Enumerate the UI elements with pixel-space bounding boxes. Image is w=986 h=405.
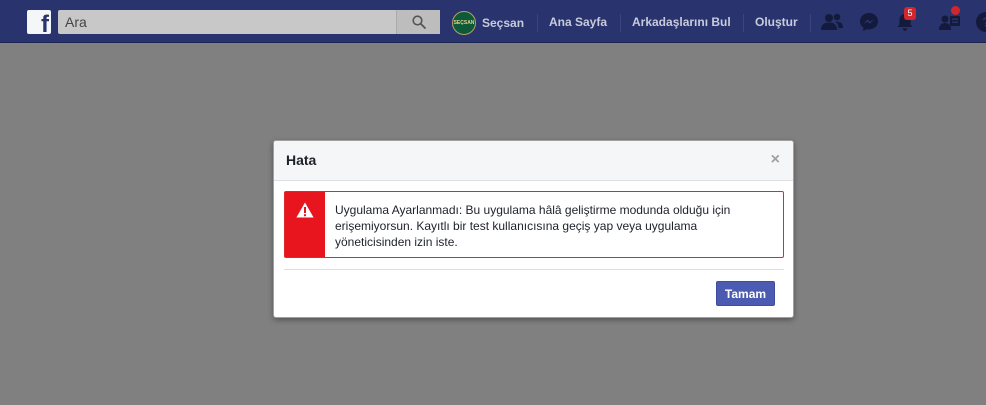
error-message-text: Uygulama Ayarlanmadı: Bu uygulama hâlâ g… bbox=[335, 203, 731, 249]
avatar-text: SEÇSAN bbox=[453, 19, 475, 26]
nav-divider bbox=[537, 14, 538, 32]
facebook-logo-icon[interactable]: f bbox=[27, 10, 51, 34]
messenger-icon bbox=[860, 13, 878, 31]
avatar: SEÇSAN bbox=[452, 10, 476, 35]
close-icon[interactable]: × bbox=[771, 151, 780, 169]
logo-letter: f bbox=[41, 11, 49, 35]
page-admin-icon bbox=[939, 15, 960, 30]
friend-requests-icon bbox=[821, 13, 843, 30]
svg-text:?: ? bbox=[982, 15, 986, 30]
messenger-button[interactable] bbox=[857, 10, 881, 34]
dialog-separator bbox=[284, 269, 784, 270]
profile-name: Seçsan bbox=[482, 15, 525, 30]
page-admin-dot bbox=[951, 6, 960, 15]
nav-divider bbox=[620, 14, 621, 32]
help-icon: ? bbox=[976, 12, 986, 32]
nav-create-link[interactable]: Oluştur bbox=[755, 15, 798, 29]
ok-button[interactable]: Tamam bbox=[716, 281, 775, 306]
error-icon-area bbox=[285, 192, 325, 257]
notification-count-badge: 5 bbox=[904, 7, 916, 20]
dialog-title: Hata bbox=[286, 152, 317, 168]
warning-icon bbox=[296, 202, 314, 218]
nav-divider bbox=[810, 14, 811, 32]
top-navigation-bar: f SEÇSAN Seçsan Ana Sayfa Arkadaşlarını … bbox=[0, 0, 986, 43]
profile-link[interactable]: SEÇSAN Seçsan bbox=[452, 10, 524, 35]
search-icon bbox=[411, 15, 426, 29]
friend-requests-button[interactable] bbox=[820, 10, 844, 34]
nav-find-friends-link[interactable]: Arkadaşlarını Bul bbox=[632, 15, 731, 29]
search-button[interactable] bbox=[396, 10, 440, 34]
dialog-header: Hata × bbox=[274, 141, 793, 181]
page-admin-button[interactable] bbox=[938, 6, 962, 34]
error-dialog: Hata × Uygulama Ayarlanmadı: Bu uygulama… bbox=[273, 140, 794, 318]
nav-home-link[interactable]: Ana Sayfa bbox=[549, 15, 607, 29]
nav-divider bbox=[743, 14, 744, 32]
notifications-button[interactable]: 5 bbox=[893, 7, 917, 34]
search-input[interactable] bbox=[58, 10, 396, 34]
help-button[interactable]: ? bbox=[974, 10, 986, 34]
error-message-box: Uygulama Ayarlanmadı: Bu uygulama hâlâ g… bbox=[284, 191, 784, 258]
search-bar bbox=[58, 10, 440, 34]
